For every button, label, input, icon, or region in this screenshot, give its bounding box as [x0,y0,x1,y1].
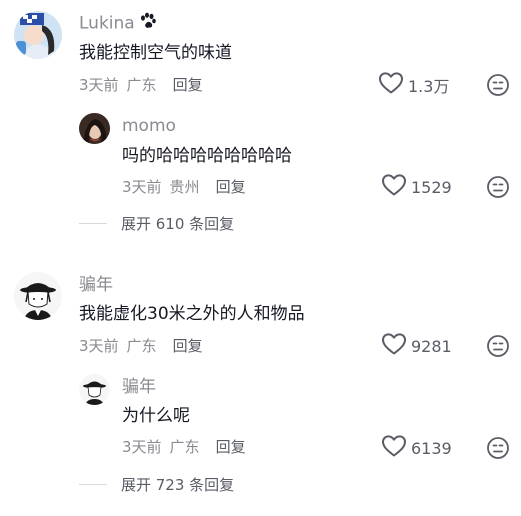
neutral-face-icon [487,335,509,357]
comment-time: 3天前 [79,76,119,94]
reply-button[interactable]: 回复 [216,178,246,196]
comment-time: 3天前 [122,438,162,456]
comment-location: 广东 [126,337,157,355]
like-count: 6139 [411,438,452,458]
comment-meta: 3天前 广东 回复 [79,336,203,356]
expand-replies-label: 展开 723 条回复 [121,475,235,494]
comment-username[interactable]: 骗年 [122,377,156,397]
avatar[interactable] [14,11,62,59]
comment-text: 我能控制空气的味道 [79,43,232,63]
reply-button[interactable]: 回复 [216,438,246,456]
comment-location: 贵州 [169,178,200,196]
comment-username[interactable]: momo [122,116,176,136]
neutral-face-icon [487,176,509,198]
heart-icon [381,173,407,201]
reply-button[interactable]: 回复 [173,76,203,94]
comment-text: 我能虚化30米之外的人和物品 [79,304,305,324]
divider [79,222,107,224]
dislike-button[interactable] [486,334,510,358]
like-count: 1529 [411,177,452,197]
neutral-face-icon [487,437,509,459]
comment-location: 广东 [169,438,200,456]
dislike-button[interactable] [486,436,510,460]
reply-button[interactable]: 回复 [173,337,203,355]
avatar[interactable] [79,374,110,405]
heart-icon [381,332,407,360]
comment-text: 吗的哈哈哈哈哈哈哈哈 [122,146,292,166]
like-button[interactable]: 1.3万 [378,72,449,98]
neutral-face-icon [487,74,509,96]
like-button[interactable]: 9281 [381,333,452,359]
dislike-button[interactable] [486,175,510,199]
expand-replies-button[interactable]: 展开 610 条回复 [79,213,234,233]
dislike-button[interactable] [486,73,510,97]
comment-time: 3天前 [122,178,162,196]
comment-time: 3天前 [79,337,119,355]
comment-meta: 3天前 广东 回复 [122,437,246,457]
comment-meta: 3天前 广东 回复 [79,75,203,95]
paw-icon [139,12,157,35]
comment-text: 为什么呢 [122,406,190,426]
like-button[interactable]: 6139 [381,435,452,461]
expand-replies-button[interactable]: 展开 723 条回复 [79,474,234,494]
expand-replies-label: 展开 610 条回复 [121,214,235,233]
avatar[interactable] [79,113,110,144]
like-button[interactable]: 1529 [381,174,452,200]
comment-username[interactable]: Lukina [79,12,157,35]
heart-icon [381,434,407,462]
like-count: 1.3万 [408,77,450,96]
comment-username[interactable]: 骗年 [79,275,113,295]
avatar[interactable] [14,272,62,320]
heart-icon [378,71,404,99]
divider [79,483,107,485]
comment-meta: 3天前 贵州 回复 [122,177,246,197]
comment-location: 广东 [126,76,157,94]
like-count: 9281 [411,336,452,356]
